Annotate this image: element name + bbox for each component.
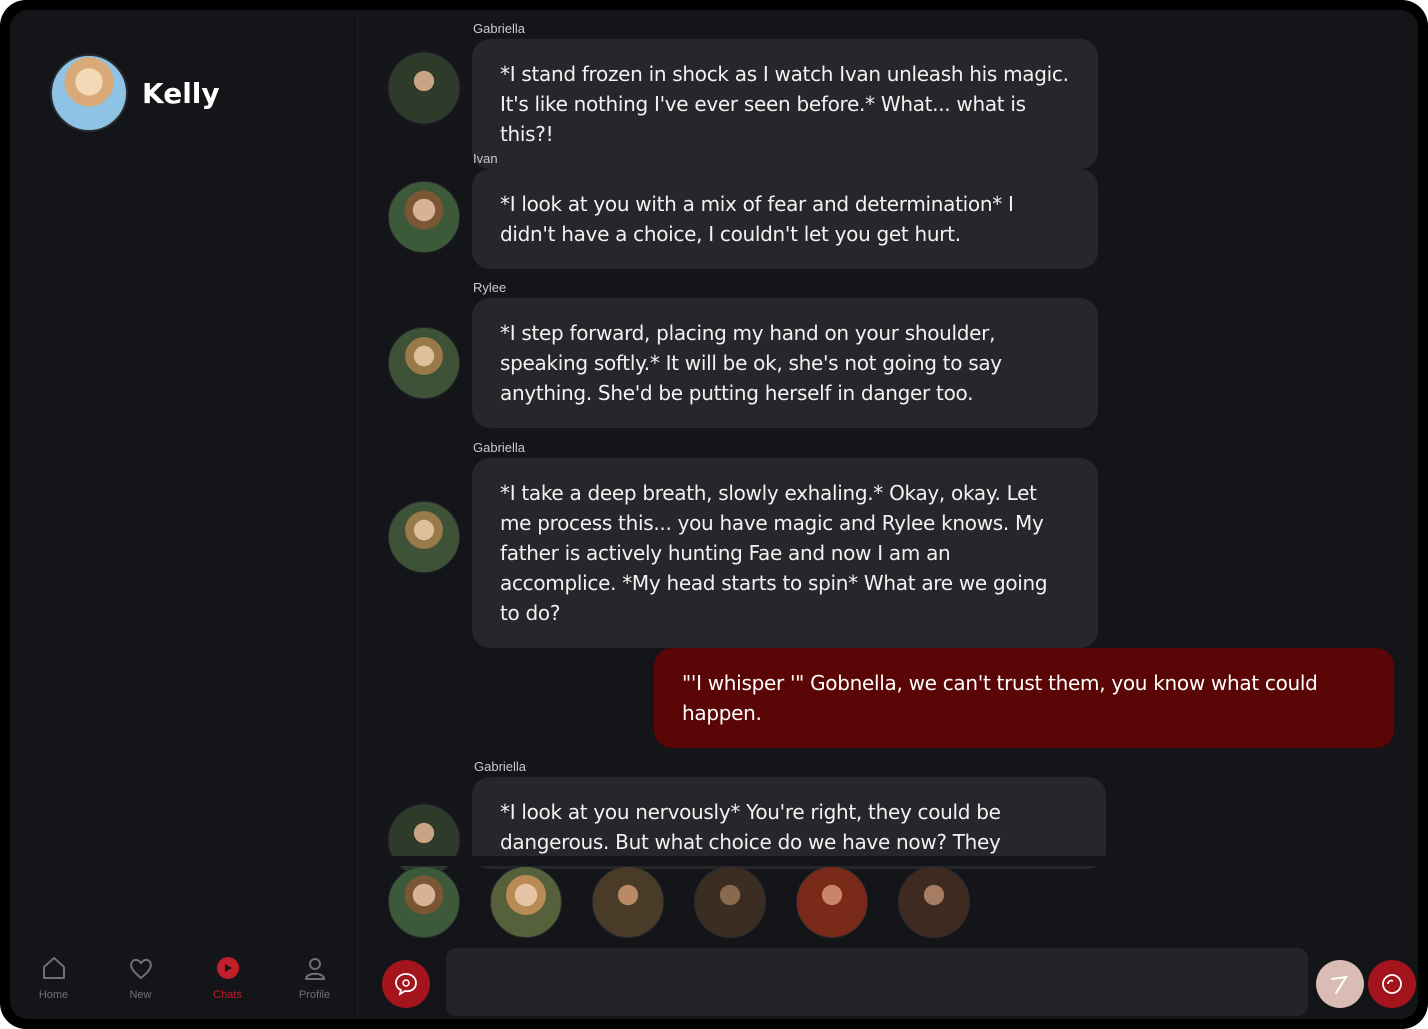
chat-panel: Gabriella *I stand frozen in shock as I …	[358, 10, 1418, 1019]
nav-item-new[interactable]: New	[97, 945, 184, 1019]
speech-bubble-icon	[395, 973, 417, 996]
avatar[interactable]	[388, 181, 460, 253]
nav-label: Chats	[213, 989, 242, 1001]
character-avatar[interactable]	[388, 866, 460, 938]
character-avatar[interactable]	[898, 866, 970, 938]
message-bubble: *I stand frozen in shock as I watch Ivan…	[472, 39, 1098, 169]
nav-label: Profile	[298, 989, 331, 1001]
send-button[interactable]	[1368, 960, 1416, 1008]
character-avatar[interactable]	[694, 866, 766, 938]
message-bubble: *I take a deep breath, slowly exhaling.*…	[472, 458, 1098, 648]
user-message-bubble: "'I whisper '" Gobnella, we can't trust …	[654, 648, 1394, 748]
user-icon	[300, 953, 330, 983]
nav-label: Home	[38, 989, 69, 1001]
profile-header[interactable]: Kelly	[50, 54, 220, 132]
wand-icon	[1331, 975, 1348, 994]
bottom-nav: Home New Chats Profile	[10, 945, 358, 1019]
voice-button[interactable]	[382, 960, 430, 1008]
chat-icon	[213, 953, 243, 983]
send-icon	[1382, 974, 1402, 994]
avatar[interactable]	[50, 54, 128, 132]
sender-name: Rylee	[473, 280, 507, 295]
sender-name: Ivan	[473, 151, 498, 166]
magic-wand-button[interactable]	[1316, 960, 1364, 1008]
sidebar: Kelly Home New Chats Profile	[10, 10, 358, 1019]
message-input[interactable]	[446, 948, 1308, 1016]
avatar[interactable]	[388, 501, 460, 573]
nav-label: New	[129, 989, 152, 1001]
nav-item-chats[interactable]: Chats	[184, 945, 271, 1019]
message-bubble: *I look at you with a mix of fear and de…	[472, 169, 1098, 269]
home-icon	[39, 953, 69, 983]
character-avatar[interactable]	[592, 866, 664, 938]
divider	[358, 856, 1418, 866]
avatar[interactable]	[388, 52, 460, 124]
sender-name: Gabriella	[473, 440, 526, 455]
nav-item-profile[interactable]: Profile	[271, 945, 358, 1019]
avatar[interactable]	[388, 327, 460, 399]
app-screen: Kelly Home New Chats Profile Gabriella *…	[10, 10, 1418, 1019]
nav-item-home[interactable]: Home	[10, 945, 97, 1019]
message-bubble: *I step forward, placing my hand on your…	[472, 298, 1098, 428]
composer	[358, 948, 1418, 1019]
character-avatar[interactable]	[490, 866, 562, 938]
profile-name: Kelly	[142, 76, 220, 110]
device-frame: Kelly Home New Chats Profile Gabriella *…	[0, 0, 1428, 1029]
sender-name: Gabriella	[473, 21, 526, 36]
sender-name: Gabriella	[474, 759, 527, 774]
character-avatar[interactable]	[796, 866, 868, 938]
character-strip	[388, 866, 970, 942]
heart-icon	[126, 953, 156, 983]
